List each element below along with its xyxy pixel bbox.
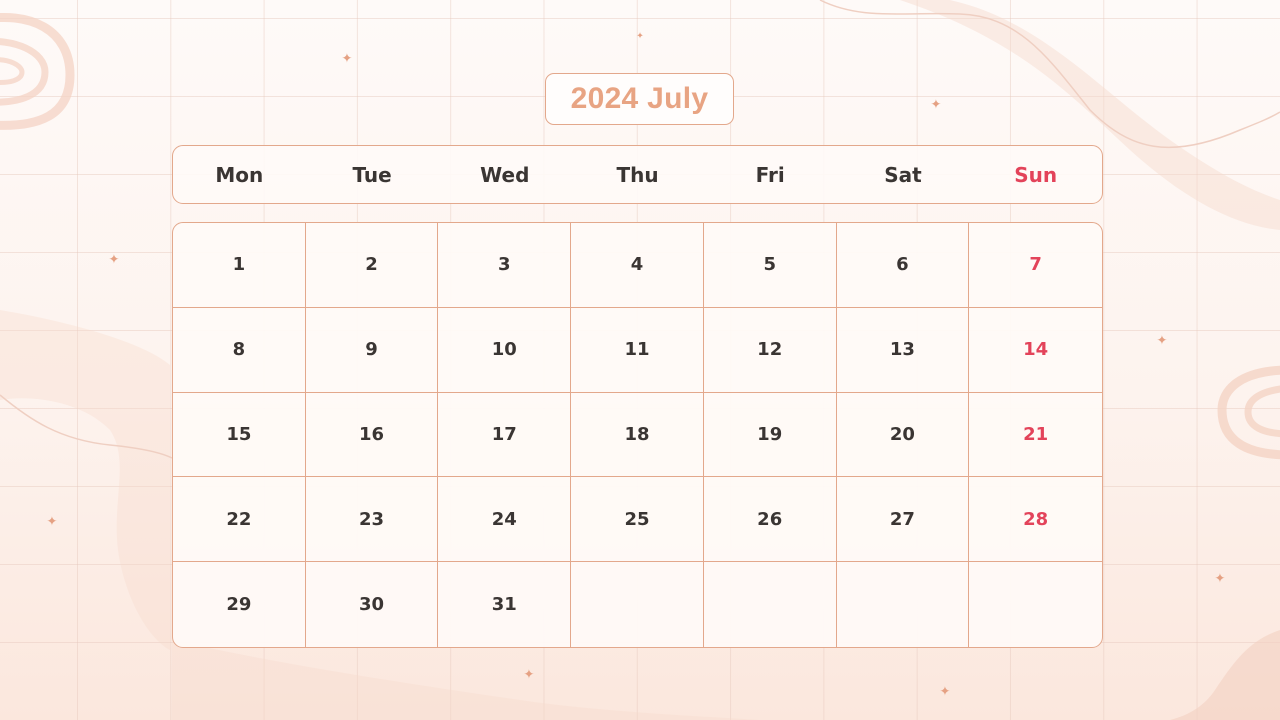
blob-bottom-right <box>1170 630 1280 720</box>
sparkle-icon: ✦ <box>1214 570 1226 586</box>
day-cell[interactable]: 23 <box>305 477 439 563</box>
day-cell[interactable]: 1 <box>173 223 306 308</box>
empty-cell <box>969 562 1102 647</box>
day-cell[interactable]: 26 <box>703 477 837 563</box>
day-cell[interactable]: 31 <box>438 562 572 647</box>
day-cell[interactable]: 10 <box>438 307 572 393</box>
day-cell[interactable]: 4 <box>571 223 704 308</box>
day-cell[interactable]: 29 <box>173 562 306 647</box>
empty-cell <box>837 562 970 647</box>
day-cell[interactable]: 16 <box>305 392 439 478</box>
day-cell[interactable]: 8 <box>173 307 306 393</box>
sparkle-icon: ✦ <box>930 96 942 112</box>
empty-cell <box>704 562 837 647</box>
sparkle-icon: ✦ <box>1156 332 1168 348</box>
day-cell[interactable]: 12 <box>703 307 837 393</box>
day-cell[interactable]: 2 <box>305 223 439 308</box>
day-cell[interactable]: 24 <box>438 477 572 563</box>
day-cell-sunday[interactable]: 14 <box>969 308 1102 393</box>
day-cell[interactable]: 5 <box>703 223 837 308</box>
sparkle-icon: ✦ <box>939 683 951 699</box>
day-cell-sunday[interactable]: 21 <box>969 393 1102 478</box>
sparkle-icon: ✦ <box>108 251 120 267</box>
sparkle-icon: ✦ <box>636 30 644 41</box>
weekday-wed: Wed <box>480 162 530 187</box>
wave-shape-bottom <box>172 640 760 720</box>
weekday-sat: Sat <box>884 162 922 187</box>
month-title: 2024 July <box>545 73 734 125</box>
weekday-thu: Thu <box>616 162 659 187</box>
day-cell-sunday[interactable]: 28 <box>969 477 1102 563</box>
day-cell[interactable]: 9 <box>305 307 439 393</box>
day-cell[interactable]: 13 <box>836 307 970 393</box>
day-cell[interactable]: 30 <box>306 562 439 647</box>
day-cell[interactable]: 11 <box>571 307 704 393</box>
calendar-grid: 1 2 3 4 5 6 7 8 9 10 11 12 13 14 15 16 1… <box>172 222 1103 648</box>
sparkle-icon: ✦ <box>523 666 535 682</box>
day-cell[interactable]: 25 <box>571 477 704 563</box>
day-cell[interactable]: 6 <box>836 223 970 308</box>
day-cell[interactable]: 15 <box>173 392 306 478</box>
day-cell[interactable]: 3 <box>438 223 572 308</box>
weekday-sun: Sun <box>1014 162 1058 187</box>
empty-cell <box>571 562 704 647</box>
day-cell[interactable]: 27 <box>836 477 970 563</box>
weekday-mon: Mon <box>215 162 264 187</box>
weekday-fri: Fri <box>755 162 785 187</box>
day-cell-sunday[interactable]: 7 <box>969 223 1102 308</box>
day-cell[interactable]: 18 <box>571 392 704 478</box>
weekday-header: Mon Tue Wed Thu Fri Sat Sun <box>172 145 1103 204</box>
weekday-tue: Tue <box>352 162 392 187</box>
day-cell[interactable]: 19 <box>703 392 837 478</box>
wave-shape-left <box>0 310 170 650</box>
sparkle-icon: ✦ <box>46 513 58 529</box>
ring-shape-top-left <box>0 12 75 130</box>
sparkle-icon: ✦ <box>341 50 353 66</box>
day-cell[interactable]: 20 <box>836 392 970 478</box>
day-cell[interactable]: 22 <box>173 477 306 563</box>
day-cell[interactable]: 17 <box>438 392 572 478</box>
ring-shape-right <box>1217 365 1280 460</box>
